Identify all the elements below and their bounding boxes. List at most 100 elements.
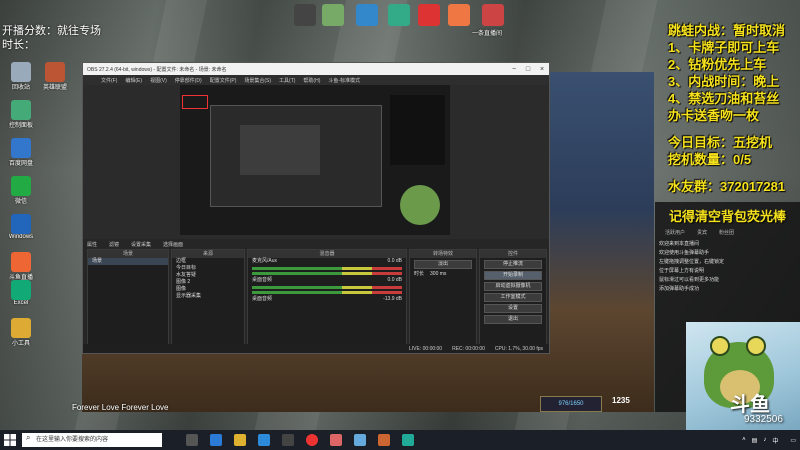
desktop-icon[interactable]: 英雄联盟 [38, 62, 72, 91]
volume-slider[interactable] [252, 291, 402, 294]
sources-dock: 来源 边框 今日目标 水友答疑 图像 2 图像 显示器采集 [171, 249, 245, 345]
obs-taskbar-icon[interactable] [282, 434, 294, 446]
obs-status-bar: LIVE: 00:00:00 REC: 00:00:00 CPU: 1.7%, … [83, 344, 549, 353]
file-explorer-icon[interactable] [234, 434, 246, 446]
tray-arrow-icon[interactable]: ˄ [742, 437, 746, 443]
notification-icon[interactable]: ▭ [790, 437, 796, 444]
game-caption: Forever Love Forever Love [72, 403, 169, 412]
close-icon[interactable]: × [535, 66, 549, 73]
chat-message: 欢迎来到本直播间 [659, 241, 700, 247]
chat-message: 鼠标滑过可以看到更多功能 [659, 277, 720, 283]
volume-icon[interactable]: ♪ [763, 437, 766, 443]
exit-button[interactable]: 退出 [484, 315, 542, 324]
rec-timer: REC: 00:00:00 [452, 345, 485, 352]
app-icon[interactable] [356, 4, 378, 26]
app-icon[interactable] [322, 4, 344, 26]
desktop-icon[interactable]: 小工具 [4, 318, 38, 347]
douyu-icon [11, 252, 31, 272]
task-view-icon[interactable] [186, 434, 198, 446]
settings-button[interactable]: 设置 [484, 304, 542, 313]
input-method-icon[interactable]: 中 [772, 436, 778, 445]
app-icon[interactable] [388, 4, 410, 26]
cloud-drive-icon [11, 138, 31, 158]
studio-mode-button[interactable]: 工作室模式 [484, 293, 542, 302]
app-icon-label: 一条直播间 [472, 31, 503, 37]
source-item[interactable]: 显示器采集 [172, 293, 244, 300]
dock-title: 控件 [480, 250, 546, 258]
menu-item-file[interactable]: 文件(F) [101, 77, 117, 84]
nested-overlay-text [390, 95, 445, 165]
menu-item-view[interactable]: 视图(V) [150, 77, 167, 84]
scene-item[interactable]: 场景 [88, 258, 168, 265]
transition-select[interactable]: 淡出 [414, 260, 472, 269]
app-icon[interactable] [448, 4, 470, 26]
tool-icon [11, 318, 31, 338]
source-item[interactable]: 图像 2 [172, 279, 244, 286]
volume-meter [252, 286, 402, 289]
maximize-icon[interactable]: □ [521, 66, 535, 73]
tab-active-users[interactable]: 活跃用户 [665, 229, 685, 236]
mixer-dock: 混音器 麦克风/Aux 0.0 dB 桌面音频 0.0 dB 桌面音频 -13.9 d… [247, 249, 407, 345]
duration-input[interactable]: 300 ms [430, 271, 446, 278]
menu-item-tools[interactable]: 工具(T) [279, 77, 295, 84]
cpu-usage: CPU: 1.7%, 30.00 fps [494, 345, 543, 352]
overlay-line: 时长： [2, 39, 35, 51]
douyu-taskbar-icon[interactable] [306, 434, 318, 446]
desktop-icon[interactable]: 斗鱼直播 [4, 252, 38, 281]
source-item[interactable]: 今日目标 [172, 265, 244, 272]
info-line: 今日目标：五挖机 [668, 135, 773, 150]
app-taskbar-icon[interactable] [354, 434, 366, 446]
props-button[interactable]: 属性 [87, 241, 97, 248]
source-item[interactable]: 水友答疑 [172, 272, 244, 279]
menu-item-docks[interactable]: 停靠部件(D) [175, 77, 202, 84]
tab-fan-club[interactable]: 粉丝团 [719, 229, 734, 236]
track-name: 桌面音频 [252, 296, 273, 302]
info-line: 2、钻粉优先上车 [668, 57, 767, 72]
room-number: 9332506 [744, 414, 783, 425]
desktop-icon[interactable]: 百度网盘 [4, 138, 38, 167]
info-line: 水友群：372017281 [668, 179, 786, 194]
game-taskbar-icon[interactable] [378, 434, 390, 446]
virtual-camera-button[interactable]: 启动虚拟摄像机 [484, 282, 542, 291]
overlay-line: 开播分数：就往专场 [2, 25, 101, 37]
menu-item-scene-collection[interactable]: 场景集合(S) [244, 77, 271, 84]
tab-vip[interactable]: 贵宾 [697, 229, 707, 236]
obs-preview[interactable] [180, 85, 450, 235]
app-taskbar-icon[interactable] [330, 434, 342, 446]
desktop-icon[interactable]: Windows [4, 214, 38, 240]
source-item[interactable]: 边框 [172, 258, 244, 265]
windows-start-icon[interactable] [4, 434, 16, 446]
menu-item-profile[interactable]: 配置文件(P) [210, 77, 237, 84]
minimize-icon[interactable]: − [507, 66, 521, 73]
stop-streaming-button[interactable]: 停止推流 [484, 260, 542, 269]
volume-slider[interactable] [252, 272, 402, 275]
desktop-icon[interactable]: Excel [4, 280, 38, 306]
filters-button[interactable]: 滤镜 [109, 241, 119, 248]
track-name: 麦克风/Aux [252, 258, 278, 264]
store-icon[interactable] [258, 434, 270, 446]
obs-window[interactable]: OBS 27.2.4 (64-bit, windows) - 配置文件: 未命名… [82, 62, 550, 354]
selection-box[interactable] [182, 95, 208, 109]
menu-item-douyu[interactable]: 斗鱼-标准模式 [328, 77, 360, 84]
track-db: -13.9 dB [383, 296, 402, 302]
menu-item-edit[interactable]: 编辑(E) [125, 77, 142, 84]
app-icon[interactable] [418, 4, 440, 26]
obs-title-bar[interactable]: OBS 27.2.4 (64-bit, windows) - 配置文件: 未命名… [83, 63, 549, 75]
select-screen-button[interactable]: 选择画面 [163, 241, 183, 248]
edge-icon[interactable] [210, 434, 222, 446]
app-icon[interactable] [482, 4, 504, 26]
track-db: 0.0 dB [387, 277, 402, 283]
menu-item-help[interactable]: 帮助(H) [303, 77, 320, 84]
chat-message: 左键拖拽调整位置，右键锁定 [659, 259, 725, 265]
start-recording-button[interactable]: 开始录制 [484, 271, 542, 280]
app-taskbar-icon[interactable] [402, 434, 414, 446]
source-item[interactable]: 图像 [172, 286, 244, 293]
network-icon[interactable]: ▤ [752, 437, 758, 444]
desktop-icon[interactable]: 回收站 [4, 62, 38, 91]
taskbar-search-input[interactable]: 在这里输入你要搜索的内容 [22, 433, 162, 447]
capture-settings-button[interactable]: 设置采集 [131, 241, 151, 248]
desktop-icon[interactable]: 控制面板 [4, 100, 38, 129]
desktop-icon[interactable]: 微信 [4, 176, 38, 205]
app-icon[interactable] [294, 4, 316, 26]
